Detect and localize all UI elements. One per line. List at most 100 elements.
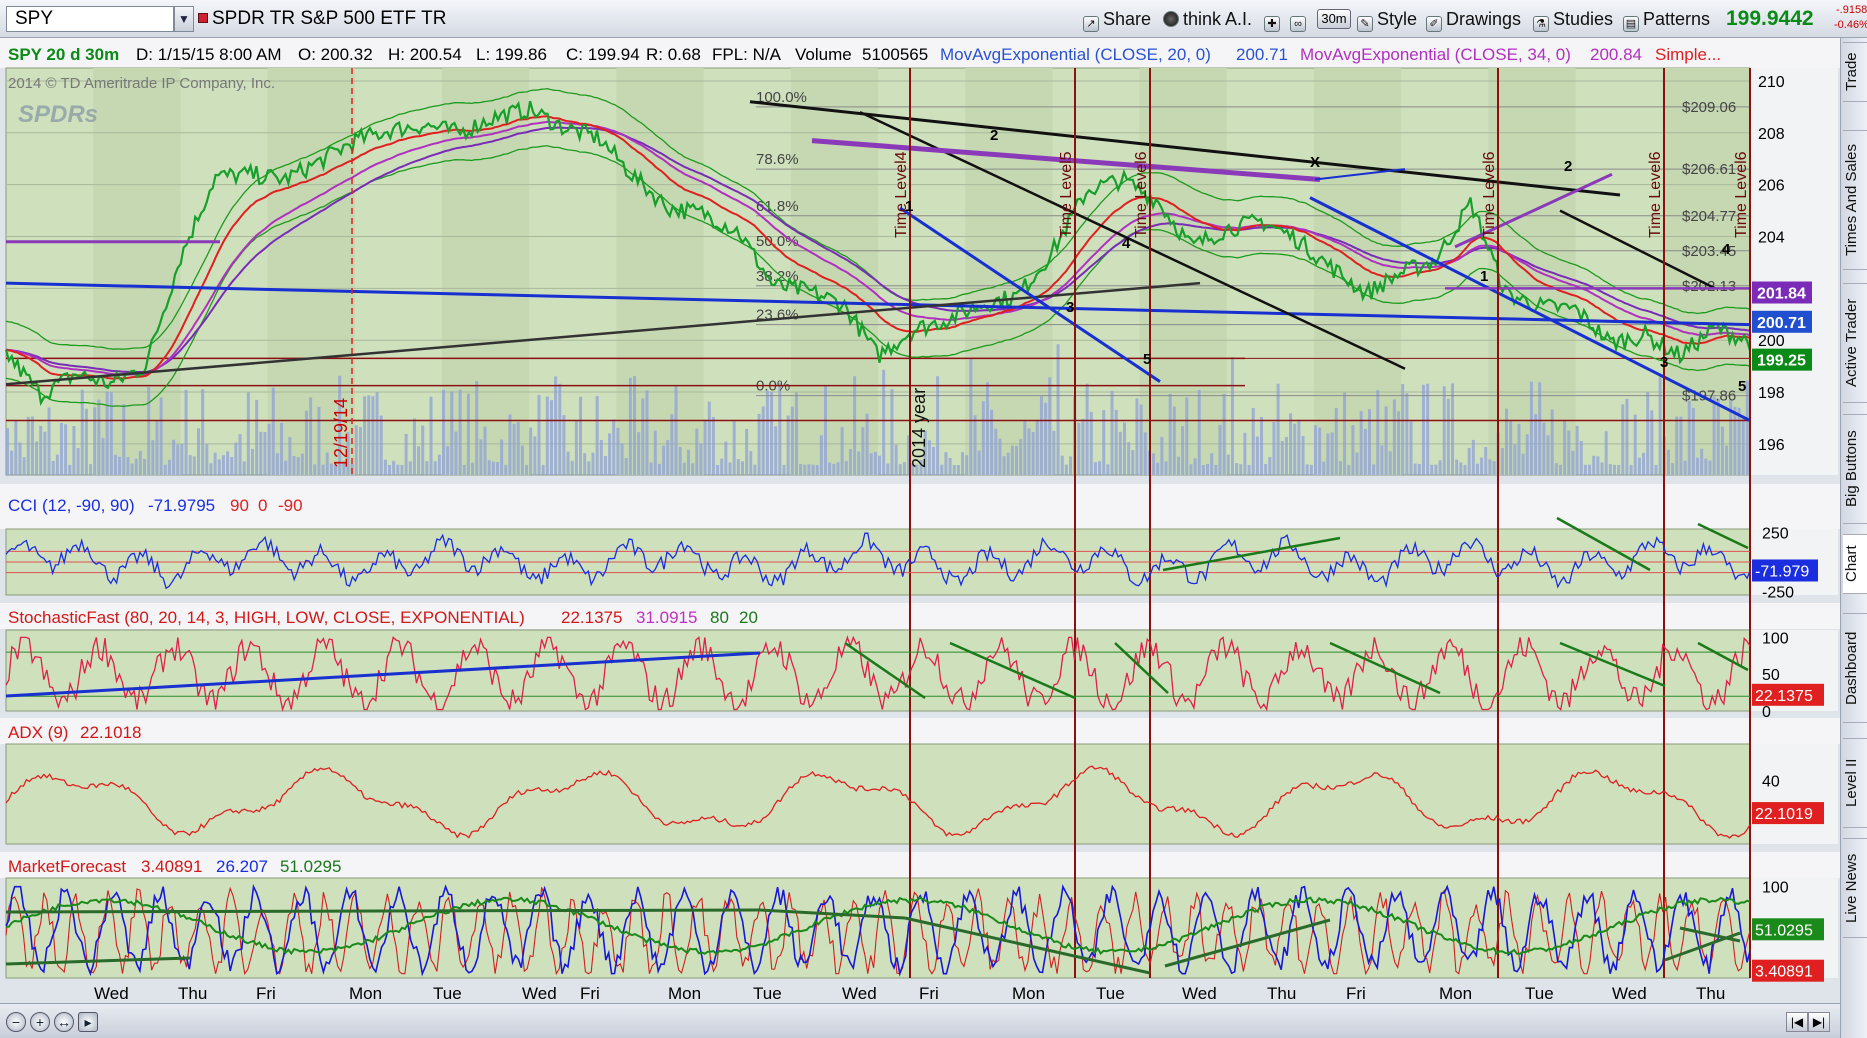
patterns-button[interactable]: ▤ Patterns [1623,6,1710,32]
volume-bar [716,464,720,475]
volume-bar [1164,461,1168,475]
volume-bar [192,456,196,475]
volume-bar [504,464,508,475]
volume-bar [529,427,533,475]
volume-bar [396,464,400,475]
symbol-input[interactable]: SPY [6,6,174,32]
volume-bar [400,464,404,475]
wave-label: 4 [1122,235,1131,252]
volume-bar [1550,409,1554,475]
volume-bar [1222,393,1226,475]
price-header-field: R: 0.68 [646,45,701,64]
scroll-left-button[interactable]: |◀ [1786,1012,1808,1032]
volume-bar [72,425,76,475]
volume-bar [533,436,537,475]
expand-icon[interactable]: ▸ [78,1012,98,1032]
style-button[interactable]: ✎ Style [1357,6,1417,32]
volume-bar [508,414,512,475]
volume-bar [1035,420,1039,475]
volume-bar [757,413,761,475]
chart-area[interactable]: 196198200202204206208210100.0%$209.0678.… [0,38,1840,1003]
volume-bar [1733,406,1737,475]
volume-bar [878,455,881,475]
volume-bar [1268,457,1272,475]
volume-bar [902,462,906,475]
volume-bar [97,399,101,475]
forecast-trendline [5,908,761,914]
x-axis-day-label: Mon [1439,984,1472,1003]
x-axis-day-label: Wed [94,984,129,1003]
volume-bar [1683,460,1687,475]
volume-bar [263,431,267,475]
scroll-right-button[interactable]: ▶| [1808,1012,1830,1032]
volume-bar [936,376,940,475]
volume-bar [462,464,466,475]
studies-button[interactable]: ⚗ Studies [1533,6,1613,32]
sidebar-tab-active-trader[interactable]: Active Trader [1843,283,1867,403]
volume-bar [309,397,313,475]
price-header-field: Volume [795,45,852,64]
sidebar-tab-live-news[interactable]: Live News [1843,838,1867,938]
volume-bar [782,464,786,475]
volume-bar [113,454,117,475]
x-axis-day-label: Thu [1267,984,1296,1003]
volume-bar [824,385,828,475]
volume-bar [603,455,607,475]
stochastic-k-value: 22.1375 [561,608,622,627]
sidebar-tab-level-ii[interactable]: Level II [1843,738,1867,828]
volume-bar [1505,408,1509,475]
volume-bar [1608,464,1612,475]
volume-bar [404,433,408,475]
volume-bar [1575,425,1579,475]
volume-bar [952,464,956,475]
think-ai-button[interactable]: think A.I. [1163,6,1252,32]
volume-bar [653,430,657,475]
price-y-tick-label: 206 [1758,178,1785,195]
volume-bar [1484,447,1488,475]
share-button[interactable]: ↗ Share [1083,6,1151,32]
volume-bar [1260,417,1264,475]
volume-bar [118,456,122,475]
volume-bar [1255,436,1259,475]
price-label: 199.25 [1757,353,1806,370]
volume-bar [1442,386,1446,475]
wave-label: 5 [1143,351,1151,368]
sidebar-tab-big-buttons[interactable]: Big Buttons [1843,414,1867,524]
wave-label: X [1310,154,1320,171]
forecast-last-label: 3.40891 [1755,964,1813,981]
sidebar-tab-chart[interactable]: Chart [1843,534,1867,594]
interval-button[interactable]: 30m [1317,9,1351,29]
drawings-button[interactable]: ✐ Drawings [1426,6,1521,32]
volume-bar [765,390,769,475]
link-tool-button[interactable]: ∞ [1290,6,1310,32]
think-ai-icon [1163,11,1179,27]
volume-bar [819,435,823,475]
volume-bar [442,389,445,475]
volume-bar [1629,464,1633,475]
volume-bar [728,462,732,475]
volume-bar [1181,426,1185,475]
volume-bar [363,396,367,475]
volume-bar [1583,464,1587,475]
volume-bar [828,462,832,475]
volume-bar [1085,383,1089,475]
volume-bar [1687,400,1691,475]
symbol-dropdown-button[interactable]: ▼ [174,6,194,32]
time-level-label: Time Level5 [1058,151,1075,238]
volume-bar [579,396,583,475]
top-toolbar: SPY ▼ SPDR TR S&P 500 ETF TR ↗ Share thin… [0,0,1867,38]
volume-bar [1201,464,1205,475]
sidebar-tab-trade[interactable]: Trade [1843,42,1867,102]
sidebar-tab-dashboard[interactable]: Dashboard [1843,613,1867,723]
zoom-in-icon[interactable]: + [30,1012,50,1032]
zoom-out-icon[interactable]: − [6,1012,26,1032]
zoom-fit-icon[interactable]: ↔ [54,1012,74,1032]
volume-bar [1542,422,1546,475]
sidebar-tab-times-and-sales[interactable]: Times And Sales [1843,130,1867,270]
volume-bar [1376,390,1380,475]
volume-bar [1289,413,1293,475]
volume-bar [1110,390,1114,475]
volume-bar [931,447,935,475]
crosshair-tool-button[interactable]: ✚ [1264,6,1284,32]
volume-bar [234,442,238,475]
